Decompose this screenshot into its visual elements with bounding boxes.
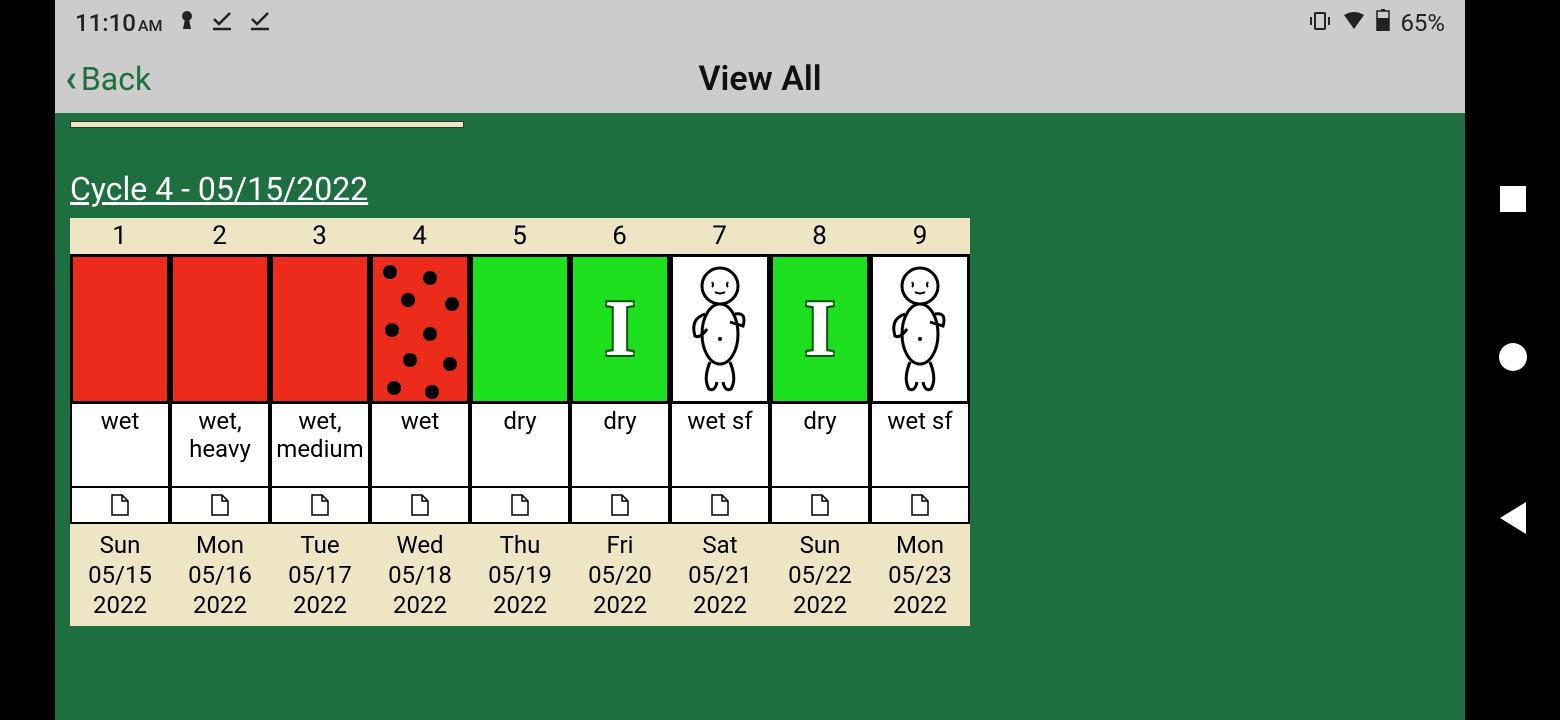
page-icon [510, 493, 530, 517]
day-column-4[interactable]: 4 wet Wed05/182022 [370, 218, 470, 626]
day-date: Mon05/232022 [870, 524, 970, 626]
baby-icon [685, 264, 755, 394]
sticker-red [70, 254, 170, 404]
note-cell [770, 488, 870, 524]
day-number: 7 [670, 218, 770, 254]
day-column-2[interactable]: 2 wet, heavy Mon05/162022 [170, 218, 270, 626]
day-description: dry [570, 404, 670, 488]
triangle-left-icon [1500, 502, 1526, 534]
sticker-white-baby [670, 254, 770, 404]
day-number: 1 [70, 218, 170, 254]
day-description: dry [770, 404, 870, 488]
check-underline-icon-2 [249, 9, 271, 37]
day-number: 5 [470, 218, 570, 254]
day-date: Thu05/192022 [470, 524, 570, 626]
day-description: wet sf [870, 404, 970, 488]
page-icon [710, 493, 730, 517]
sticker-red [270, 254, 370, 404]
app-screen: 11:10AM 65% ‹ B [55, 0, 1465, 720]
day-description: wet [70, 404, 170, 488]
day-description: dry [470, 404, 570, 488]
note-cell [670, 488, 770, 524]
wifi-icon [1342, 9, 1366, 37]
chevron-left-icon: ‹ [65, 57, 77, 101]
page-icon [910, 493, 930, 517]
content-area: 2017 2017 2017 2017 Cycle 4 - 05/15/2022… [55, 113, 1465, 720]
nav-back-button[interactable] [1500, 502, 1526, 534]
day-column-7[interactable]: 7 wet sf Sat05/212022 [670, 218, 770, 626]
status-right: 65% [1308, 9, 1445, 37]
back-label: Back [81, 60, 151, 98]
sticker-green [470, 254, 570, 404]
note-cell [370, 488, 470, 524]
day-date: Sat05/212022 [670, 524, 770, 626]
battery-percent: 65% [1400, 9, 1445, 37]
page-title: View All [698, 59, 821, 99]
page-icon [610, 493, 630, 517]
status-left: 11:10AM [75, 9, 271, 37]
day-date: Sun05/152022 [70, 524, 170, 626]
vibrate-icon [1308, 9, 1332, 37]
status-time: 11:10AM [75, 9, 163, 37]
note-cell [170, 488, 270, 524]
day-description: wet, heavy [170, 404, 270, 488]
left-black-edge [0, 0, 55, 720]
nav-home-button[interactable] [1499, 343, 1527, 371]
baby-icon [885, 264, 955, 394]
page-icon [210, 493, 230, 517]
sticker-green-i: I [770, 254, 870, 404]
sticker-red-dots [370, 254, 470, 404]
day-number: 4 [370, 218, 470, 254]
sticker-green-i: I [570, 254, 670, 404]
day-column-9[interactable]: 9 wet sf Mon05/232022 [870, 218, 970, 626]
cycle-chart: 1 wet Sun05/152022 2 wet, heavy Mon05/16… [70, 218, 1455, 626]
page-icon [410, 493, 430, 517]
page-icon [310, 493, 330, 517]
note-cell [270, 488, 370, 524]
day-date: Wed05/182022 [370, 524, 470, 626]
note-cell [470, 488, 570, 524]
previous-cycle-strip[interactable]: 2017 2017 2017 2017 [70, 121, 464, 128]
intercourse-marker: I [804, 284, 835, 375]
day-number: 8 [770, 218, 870, 254]
note-cell [870, 488, 970, 524]
keyhole-icon [179, 9, 195, 37]
day-column-5[interactable]: 5 dry Thu05/192022 [470, 218, 570, 626]
day-description: wet sf [670, 404, 770, 488]
cycle-title-link[interactable]: Cycle 4 - 05/15/2022 [70, 170, 1455, 208]
day-column-8[interactable]: 8 I dry Sun05/222022 [770, 218, 870, 626]
day-number: 2 [170, 218, 270, 254]
day-date: Sun05/222022 [770, 524, 870, 626]
android-nav-bar [1465, 0, 1560, 720]
day-description: wet [370, 404, 470, 488]
day-number: 9 [870, 218, 970, 254]
battery-icon [1376, 9, 1390, 37]
status-bar: 11:10AM 65% [55, 0, 1465, 45]
back-button[interactable]: ‹ Back [55, 57, 161, 101]
day-date: Tue05/172022 [270, 524, 370, 626]
day-column-3[interactable]: 3 wet, medium Tue05/172022 [270, 218, 370, 626]
dots-overlay [373, 257, 467, 401]
day-date: Fri05/202022 [570, 524, 670, 626]
app-bar: ‹ Back View All [55, 45, 1465, 113]
day-description: wet, medium [270, 404, 370, 488]
day-column-1[interactable]: 1 wet Sun05/152022 [70, 218, 170, 626]
day-column-6[interactable]: 6 I dry Fri05/202022 [570, 218, 670, 626]
day-number: 3 [270, 218, 370, 254]
nav-recent-button[interactable] [1500, 186, 1526, 212]
intercourse-marker: I [604, 284, 635, 375]
page-icon [110, 493, 130, 517]
sticker-red [170, 254, 270, 404]
square-icon [1500, 186, 1526, 212]
note-cell [70, 488, 170, 524]
note-cell [570, 488, 670, 524]
day-number: 6 [570, 218, 670, 254]
circle-icon [1499, 343, 1527, 371]
day-date: Mon05/162022 [170, 524, 270, 626]
sticker-white-baby [870, 254, 970, 404]
check-underline-icon [211, 9, 233, 37]
page-icon [810, 493, 830, 517]
